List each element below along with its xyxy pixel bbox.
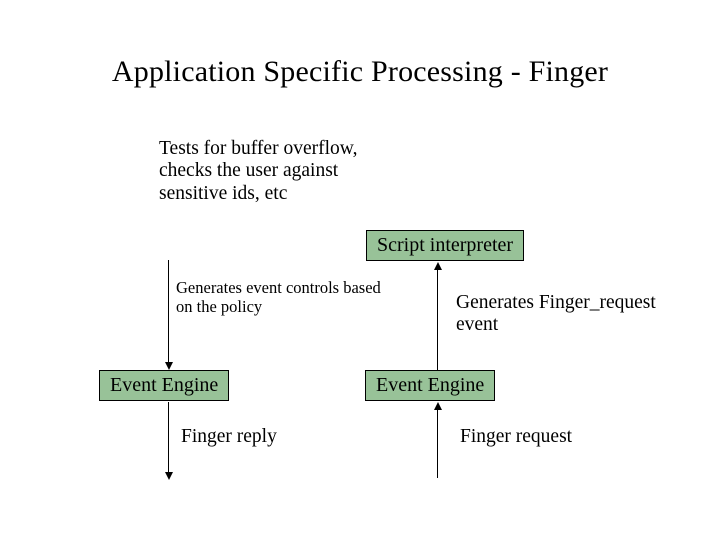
text-generates-finger-request: Generates Finger_request event <box>456 292 666 337</box>
arrowhead-script-to-left-engine <box>165 362 173 370</box>
text-generates-policy: Generates event controls based on the po… <box>176 278 416 317</box>
box-script-interpreter: Script interpreter <box>366 230 524 261</box>
text-finger-reply: Finger reply <box>181 426 277 448</box>
arrow-script-to-left-engine <box>168 260 169 362</box>
arrowhead-left-engine-down <box>165 472 173 480</box>
text-tests: Tests for buffer overflow, checks the us… <box>159 138 419 205</box>
arrow-left-engine-down <box>168 402 169 472</box>
arrow-request-to-right-engine <box>437 410 438 478</box>
arrowhead-right-engine-to-script <box>434 262 442 270</box>
box-event-engine-right: Event Engine <box>365 370 495 401</box>
arrow-right-engine-to-script <box>437 270 438 370</box>
box-event-engine-left: Event Engine <box>99 370 229 401</box>
slide-title: Application Specific Processing - Finger <box>0 55 720 89</box>
arrowhead-request-to-right-engine <box>434 402 442 410</box>
slide-stage: Application Specific Processing - Finger… <box>0 0 720 540</box>
text-finger-request: Finger request <box>460 426 572 448</box>
